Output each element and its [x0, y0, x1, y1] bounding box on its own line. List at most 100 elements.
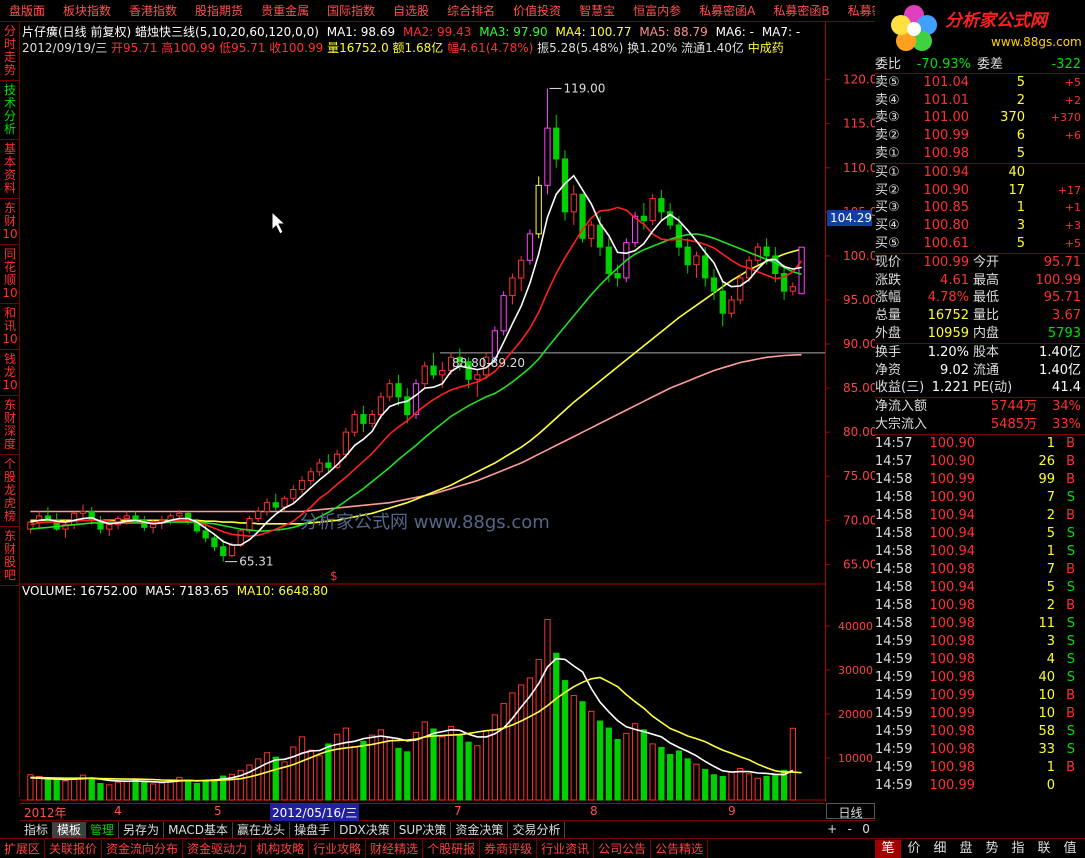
tick-row: 14:58 100.94 5 S [875, 525, 1085, 543]
left-tab-3[interactable]: 东财10 [0, 199, 20, 245]
menu-item-5[interactable]: 国际指数 [318, 0, 384, 21]
stat-value: 10959 [927, 325, 969, 341]
stat2-row: 收益(三) 1.221 PE(动) 41.4 [875, 379, 1085, 397]
indicator-tab-4[interactable]: MACD基本 [164, 821, 234, 838]
volume-bar [500, 702, 507, 801]
buys-volume: 40 [1008, 164, 1025, 180]
volume-bar [631, 723, 639, 801]
status-tab-10[interactable]: 公司公告 [594, 839, 652, 858]
menu-item-7[interactable]: 综合排名 [438, 0, 504, 21]
status-tab-8[interactable]: 券商评级 [480, 839, 538, 858]
volume-bar [167, 779, 174, 801]
menu-item-1[interactable]: 板块指数 [54, 0, 120, 21]
left-tab-5[interactable]: 和讯10 [0, 304, 20, 350]
menu-item-6[interactable]: 自选股 [384, 0, 438, 21]
menu-item-4[interactable]: 贵重金属 [252, 0, 318, 21]
menu-item-11[interactable]: 私募密函A [690, 0, 764, 21]
sells-volume: 5 [1016, 145, 1025, 161]
indicator-tab-5[interactable]: 赢在龙头 [233, 821, 291, 838]
status-tab-1[interactable]: 关联报价 [45, 839, 103, 858]
indicator-tab-7[interactable]: DDX决策 [335, 821, 395, 838]
stat2-row: 换手 1.20% 股本 1.40亿 [875, 344, 1085, 362]
indicator-tab-8[interactable]: SUP决策 [395, 821, 452, 838]
menu-item-12[interactable]: 私募密函B [764, 0, 838, 21]
volume-bar [518, 684, 525, 801]
menu-item-0[interactable]: 盘版面 [0, 0, 54, 21]
left-tab-8[interactable]: 个股龙虎榜 [0, 455, 20, 527]
tick-time: 14:58 [875, 597, 913, 613]
tick-side: B [1066, 435, 1075, 451]
tick-row: 14:58 100.98 2 B [875, 597, 1085, 615]
candle-body [719, 290, 726, 314]
status-tab-6[interactable]: 财经精选 [366, 839, 424, 858]
time-label-1: 4 [114, 804, 122, 818]
volume-bar [132, 778, 139, 801]
menu-item-9[interactable]: 智慧宝 [570, 0, 624, 21]
zoom-reset-button[interactable]: 0 [862, 822, 870, 836]
tick-side: B [1066, 759, 1075, 775]
left-tab-4[interactable]: 同花顺10 [0, 245, 20, 304]
candle-body [176, 512, 183, 517]
left-tab-6[interactable]: 钱龙10 [0, 350, 20, 396]
quote-tab-7[interactable]: 值 [1057, 840, 1083, 858]
left-tab-0[interactable]: 分时走势 [0, 22, 20, 81]
quote-panel: 委比 -70.93% 委差 -322 卖⑤ 101.04 5 +5 卖④ 101.01 2 +2 卖③ 1… [875, 56, 1085, 806]
indicator-tab-1[interactable]: 模板 [53, 821, 87, 838]
tick-side: B [1066, 687, 1075, 703]
ma3-value: MA3: 97.90 [479, 25, 548, 39]
indicator-tab-10[interactable]: 交易分析 [508, 821, 566, 838]
sells-price: 100.99 [923, 128, 970, 144]
price-tick-label: 80.00 [843, 425, 875, 439]
status-tab-4[interactable]: 机构攻略 [252, 839, 310, 858]
tick-price: 100.94 [929, 507, 976, 523]
indicator-tab-2[interactable]: 管理 [86, 821, 120, 838]
quote-tab-1[interactable]: 价 [901, 840, 927, 858]
stat-value: 95.71 [1043, 290, 1081, 306]
left-tab-9[interactable]: 东财股吧 [0, 527, 20, 586]
status-tab-0[interactable]: 扩展区 [0, 839, 46, 858]
indicator-tab-9[interactable]: 资金决策 [451, 821, 509, 838]
quote-tab-2[interactable]: 细 [927, 840, 953, 858]
buys-row: 买⑤ 100.61 5 +5 [875, 235, 1085, 253]
menu-item-8[interactable]: 价值投资 [504, 0, 570, 21]
left-tab-7[interactable]: 东财深度 [0, 396, 20, 455]
quote-tab-4[interactable]: 势 [979, 840, 1005, 858]
left-tab-2[interactable]: 基本资料 [0, 140, 20, 199]
left-tab-1[interactable]: 技术分析 [0, 81, 20, 140]
tick-time: 14:59 [875, 705, 913, 721]
quote-tab-5[interactable]: 指 [1005, 840, 1031, 858]
tick-side: B [1066, 597, 1075, 613]
indicator-tab-0[interactable]: 指标 [20, 821, 54, 838]
menu-item-3[interactable]: 股指期货 [186, 0, 252, 21]
status-tab-3[interactable]: 资金驱动力 [183, 839, 253, 858]
tick-side: B [1066, 471, 1075, 487]
menu-item-10[interactable]: 恒富内参 [624, 0, 690, 21]
menu-item-13[interactable]: 私募密函C [839, 0, 875, 21]
quote-tab-0[interactable]: 笔 [875, 839, 901, 858]
zoom-out-button[interactable]: - [848, 822, 852, 836]
status-tab-7[interactable]: 个股研报 [423, 839, 481, 858]
zoom-in-button[interactable]: + [827, 822, 837, 836]
status-tab-5[interactable]: 行业攻略 [309, 839, 367, 858]
volume-bar [675, 750, 683, 801]
stat-label: 换手 [875, 344, 902, 360]
tick-side: S [1066, 633, 1075, 649]
status-tab-11[interactable]: 公告精选 [651, 839, 709, 858]
volume-bar [482, 730, 490, 801]
quote-tab-6[interactable]: 联 [1031, 840, 1057, 858]
indicator-tab-6[interactable]: 操盘手 [290, 821, 336, 838]
kline-chart[interactable]: 119.00 65.31 88.80-89.20 $ [20, 22, 825, 802]
candle-body [377, 396, 385, 416]
status-tab-2[interactable]: 资金流向分布 [102, 839, 184, 858]
menu-item-2[interactable]: 香港指数 [120, 0, 186, 21]
status-tab-9[interactable]: 行业资讯 [537, 839, 595, 858]
quote-tab-3[interactable]: 盘 [953, 840, 979, 858]
candle-body [763, 246, 770, 257]
period-label[interactable]: 日线 [826, 803, 875, 820]
sells-level: 卖② [875, 128, 900, 144]
tick-side: S [1066, 615, 1075, 631]
indicator-tab-3[interactable]: 另存为 [119, 821, 165, 838]
tick-side: B [1066, 561, 1075, 577]
tick-time: 14:58 [875, 615, 913, 631]
tick-row: 14:59 100.98 3 S [875, 633, 1085, 651]
